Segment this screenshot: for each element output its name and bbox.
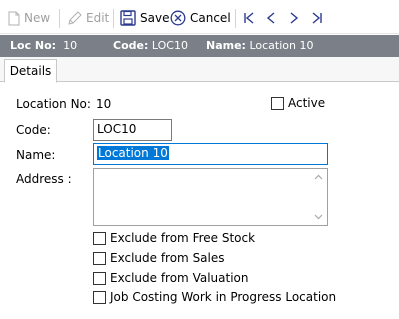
chevron-right-icon bbox=[290, 12, 299, 24]
cancel-circle-icon bbox=[170, 10, 186, 26]
first-record-icon bbox=[244, 12, 254, 24]
exclude-valuation-label: Exclude from Valuation bbox=[110, 271, 249, 285]
new-label: New bbox=[24, 11, 51, 25]
toolbar-separator bbox=[59, 9, 60, 28]
last-record-button[interactable] bbox=[311, 8, 323, 28]
job-costing-wip-box[interactable] bbox=[93, 290, 106, 304]
address-scrollbar[interactable] bbox=[310, 169, 327, 225]
exclude-free-stock-label: Exclude from Free Stock bbox=[110, 231, 256, 245]
tab-details[interactable]: Details bbox=[4, 59, 57, 83]
save-disk-icon bbox=[120, 10, 136, 26]
job-costing-wip-label: Job Costing Work in Progress Location bbox=[110, 290, 337, 304]
code-label: Code: bbox=[16, 123, 51, 137]
exclude-free-stock-box[interactable] bbox=[93, 231, 106, 245]
previous-record-button[interactable] bbox=[266, 8, 276, 28]
exclude-sales-label: Exclude from Sales bbox=[110, 251, 225, 265]
new-document-icon bbox=[8, 11, 20, 25]
header-name-label: Name: bbox=[206, 39, 246, 52]
address-label: Address : bbox=[16, 172, 72, 186]
header-code-value: LOC10 bbox=[151, 39, 188, 52]
toolbar-separator bbox=[235, 9, 236, 28]
chevron-left-icon bbox=[266, 12, 275, 24]
header-loc-no: Loc No: 10 bbox=[10, 39, 77, 52]
cancel-button[interactable]: Cancel bbox=[170, 8, 231, 28]
exclude-valuation-box[interactable] bbox=[93, 271, 106, 285]
new-button[interactable]: New bbox=[8, 8, 50, 28]
header-name-value: Location 10 bbox=[249, 39, 314, 52]
scroll-up-icon[interactable] bbox=[314, 174, 323, 180]
tab-details-label: Details bbox=[9, 64, 52, 78]
header-code-label: Code: bbox=[113, 39, 149, 52]
record-header-bar: Loc No: 10 Code: LOC10 Name: Location 10 bbox=[0, 35, 399, 57]
code-field[interactable]: LOC10 bbox=[93, 119, 172, 141]
pencil-icon bbox=[68, 10, 82, 25]
exclude-sales-box[interactable] bbox=[93, 251, 106, 265]
toolbar-separator bbox=[113, 9, 114, 28]
header-name: Name: Location 10 bbox=[206, 39, 313, 52]
active-label: Active bbox=[288, 96, 326, 110]
location-no-value: 10 bbox=[96, 97, 112, 111]
header-code: Code: LOC10 bbox=[113, 39, 188, 52]
exclude-valuation-checkbox[interactable]: Exclude from Valuation bbox=[93, 271, 248, 285]
toolbar: New Edit Save Cancel bbox=[0, 0, 399, 34]
location-no-label: Location No: bbox=[16, 97, 91, 111]
header-loc-no-label: Loc No: bbox=[10, 39, 57, 52]
edit-label: Edit bbox=[86, 11, 110, 25]
cancel-label: Cancel bbox=[190, 11, 231, 25]
next-record-button[interactable] bbox=[289, 8, 299, 28]
address-textarea[interactable] bbox=[93, 168, 328, 226]
active-checkbox[interactable]: Active bbox=[271, 96, 325, 110]
header-loc-no-value: 10 bbox=[63, 39, 78, 52]
first-record-button[interactable] bbox=[243, 8, 255, 28]
save-button[interactable]: Save bbox=[120, 8, 169, 28]
active-checkbox-box[interactable] bbox=[271, 96, 284, 110]
code-field-value: LOC10 bbox=[97, 122, 137, 136]
exclude-free-stock-checkbox[interactable]: Exclude from Free Stock bbox=[93, 231, 255, 245]
save-label: Save bbox=[140, 11, 170, 25]
job-costing-wip-checkbox[interactable]: Job Costing Work in Progress Location bbox=[93, 290, 336, 304]
exclude-sales-checkbox[interactable]: Exclude from Sales bbox=[93, 251, 225, 265]
name-label: Name: bbox=[16, 148, 56, 162]
tab-strip: Details bbox=[0, 57, 399, 83]
last-record-icon bbox=[312, 12, 322, 24]
name-field[interactable]: Location 10 bbox=[93, 143, 328, 165]
scroll-down-icon[interactable] bbox=[314, 214, 323, 220]
name-field-value: Location 10 bbox=[97, 146, 169, 160]
edit-button[interactable]: Edit bbox=[67, 8, 109, 28]
